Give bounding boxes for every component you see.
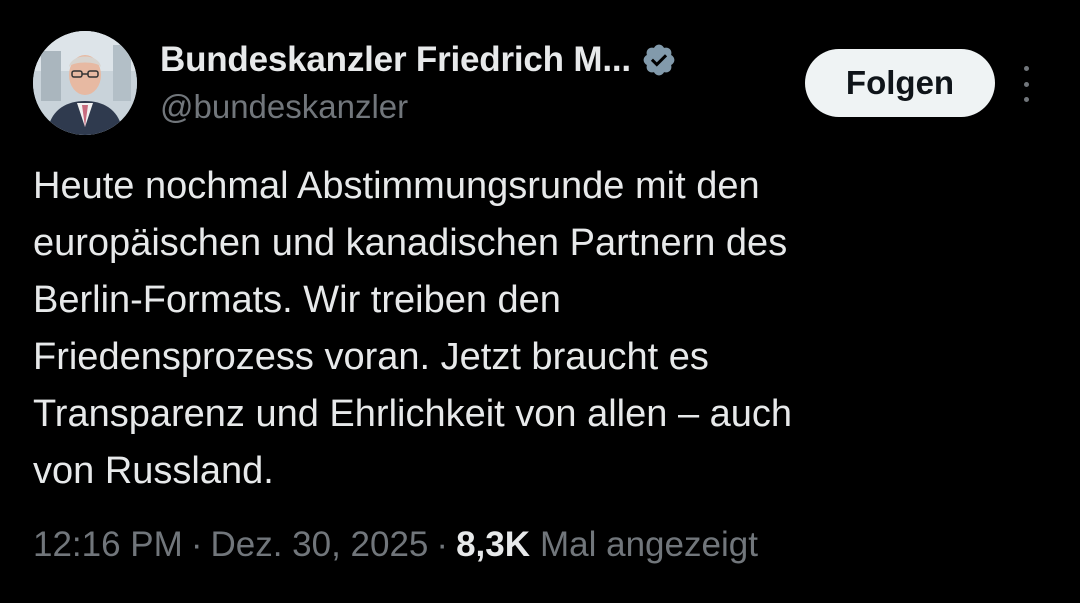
follow-button[interactable]: Folgen: [805, 49, 995, 117]
tweet-time[interactable]: 12:16 PM: [33, 525, 183, 565]
author-name-row[interactable]: Bundeskanzler Friedrich M...: [160, 38, 677, 82]
tweet-text-line: europäischen und kanadischen Partnern de…: [33, 222, 788, 264]
meta-separator: ·: [190, 525, 203, 564]
display-name[interactable]: Bundeskanzler Friedrich M...: [160, 40, 631, 80]
views-count[interactable]: 8,3K: [456, 525, 530, 565]
tweet-date[interactable]: Dez. 30, 2025: [210, 525, 428, 565]
tweet-text-line: Friedensprozess voran. Jetzt braucht es: [33, 336, 709, 378]
verified-badge-icon: [641, 42, 677, 78]
avatar[interactable]: [33, 31, 137, 135]
tweet-meta: 12:16 PM · Dez. 30, 2025 · 8,3K Mal ange…: [33, 525, 758, 565]
tweet-text-line: Berlin-Formats. Wir treiben den: [33, 279, 561, 321]
tweet-text-line: Transparenz und Ehrlichkeit von allen – …: [33, 393, 793, 435]
tweet-text: Heute nochmal Abstimmungsrunde mit den e…: [33, 158, 1043, 500]
views-label: Mal angezeigt: [540, 525, 758, 564]
author-handle[interactable]: @bundeskanzler: [160, 88, 408, 126]
tweet-card: Bundeskanzler Friedrich M... @bundeskanz…: [0, 0, 1080, 603]
tweet-text-line: von Russland.: [33, 450, 274, 492]
tweet-text-line: Heute nochmal Abstimmungsrunde mit den: [33, 165, 760, 207]
more-vertical-icon[interactable]: [1012, 64, 1040, 104]
meta-separator: ·: [436, 525, 449, 564]
avatar-photo: [33, 31, 137, 135]
